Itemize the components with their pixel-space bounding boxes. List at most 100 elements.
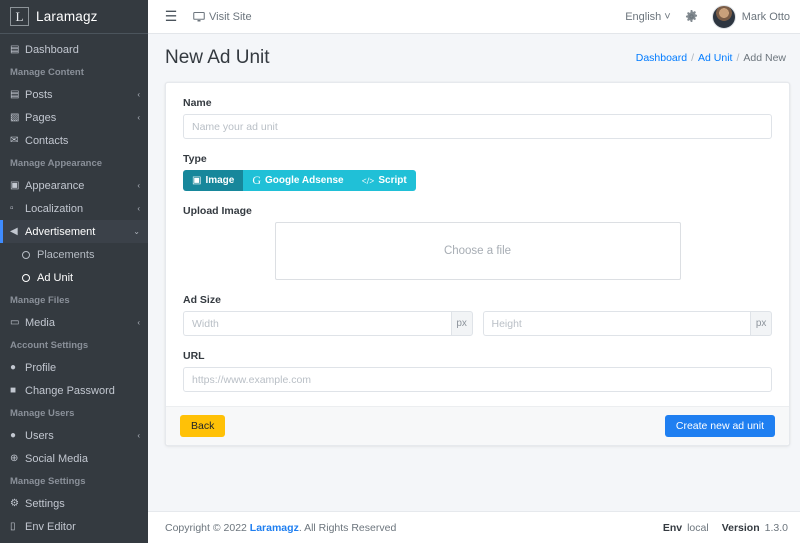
- sidebar-item-label: Contacts: [25, 134, 69, 147]
- brand-logo-link[interactable]: L Laramagz: [0, 0, 148, 34]
- breadcrumb-item-ad-unit[interactable]: Ad Unit: [698, 52, 732, 64]
- user-menu[interactable]: Mark Otto: [711, 4, 790, 29]
- sidebar-section-header: Manage Settings: [10, 476, 86, 487]
- height-input-group: px: [482, 311, 772, 336]
- type-button-group: ▣ Image G Google Adsense </> Script: [183, 170, 416, 191]
- hamburger-icon[interactable]: ☰: [157, 8, 185, 25]
- url-input[interactable]: [183, 367, 772, 392]
- dashboard-icon: ▤: [10, 44, 20, 55]
- width-input[interactable]: [183, 311, 451, 336]
- chevron-left-icon: ‹: [137, 113, 140, 122]
- height-unit-addon: px: [750, 311, 772, 336]
- page-header: New Ad Unit Dashboard / Ad Unit / Add New: [148, 34, 800, 82]
- type-option-script[interactable]: </> Script: [352, 170, 416, 191]
- version-label: Version: [721, 521, 760, 534]
- ad-unit-form-card: Name Type ▣ImageGGoogle Adsense</>Script…: [165, 82, 790, 446]
- circle-icon: [22, 273, 30, 282]
- sidebar-subitem-label: Placements: [37, 248, 95, 261]
- user-name: Mark Otto: [741, 10, 790, 23]
- sidebar-item-dashboard[interactable]: ▤ Dashboard: [0, 38, 148, 61]
- sidebar-item-posts[interactable]: ▤ Posts ‹: [0, 83, 148, 106]
- avatar: [711, 4, 736, 29]
- env-value: local: [687, 521, 709, 534]
- chevron-left-icon: ‹: [137, 431, 140, 440]
- sidebar-nav: ▤ Dashboard Manage Content ▤ Posts ‹ ▧ Pages ‹ ✉ C…: [0, 34, 148, 538]
- sidebar-item-advertisement[interactable]: ◀ Advertisement ⌄: [0, 220, 148, 243]
- type-option-image[interactable]: ▣ Image: [183, 170, 244, 191]
- sidebar: L Laramagz ▤ Dashboard Manage Content ▤ Post…: [0, 0, 148, 543]
- sidebar-item-media[interactable]: ▭ Media ‹: [0, 311, 148, 334]
- circle-icon: [22, 250, 30, 259]
- version-value: 1.3.0: [764, 521, 788, 534]
- footer-brand-link[interactable]: Laramagz: [250, 522, 299, 534]
- width-input-group: px: [183, 311, 473, 336]
- sidebar-item-env-editor[interactable]: ▯ Env Editor: [0, 515, 148, 538]
- type-option-label: Script: [378, 175, 407, 186]
- sidebar-item-label: Dashboard: [25, 43, 79, 56]
- sidebar-subitem-label: Ad Unit: [37, 271, 74, 284]
- image-icon: ▣: [192, 175, 202, 186]
- sidebar-item-settings[interactable]: ⚙ Settings: [0, 492, 148, 515]
- choose-file-label: Choose a file: [443, 245, 512, 257]
- type-option-google-adsense[interactable]: G Google Adsense: [243, 170, 353, 191]
- localization-icon: ▫: [10, 203, 14, 214]
- name-input[interactable]: [183, 114, 772, 139]
- gear-icon[interactable]: [685, 10, 698, 23]
- sidebar-item-label: Localization: [25, 202, 84, 215]
- top-navbar: ☰ Visit Site English ˅ Mark Otto: [148, 0, 800, 34]
- sidebar-item-label: Appearance: [25, 179, 85, 192]
- sidebar-section-header: Manage Files: [10, 295, 70, 306]
- chevron-left-icon: ‹: [137, 204, 140, 213]
- ad-size-label: Ad Size: [183, 294, 221, 306]
- posts-icon: ▤: [10, 89, 20, 100]
- brand-logo-letter: L: [15, 8, 24, 24]
- main-content: New Ad Unit Dashboard / Ad Unit / Add New Na…: [148, 34, 800, 543]
- chevron-left-icon: ‹: [137, 318, 140, 327]
- contacts-icon: ✉: [10, 135, 19, 146]
- ad-size-field-group: Ad Size px px: [183, 294, 772, 336]
- sidebar-item-label: Env Editor: [25, 520, 76, 533]
- sidebar-section-header: Manage Content: [10, 67, 84, 78]
- users-icon: ●: [10, 430, 17, 441]
- sidebar-subitem-ad-unit[interactable]: Ad Unit: [0, 266, 148, 289]
- advertisement-icon: ◀: [10, 226, 18, 237]
- sidebar-subitem-placements[interactable]: Placements: [0, 243, 148, 266]
- monitor-icon: [193, 11, 205, 23]
- breadcrumb-separator: /: [736, 52, 740, 64]
- form-footer: Back Create new ad unit: [166, 406, 789, 445]
- sidebar-item-pages[interactable]: ▧ Pages ‹: [0, 106, 148, 129]
- sidebar-item-label: Users: [25, 429, 54, 442]
- page-title: New Ad Unit: [165, 47, 270, 68]
- sidebar-section-header: Account Settings: [10, 340, 89, 351]
- back-button[interactable]: Back: [180, 415, 226, 437]
- breadcrumb-item-dashboard[interactable]: Dashboard: [636, 52, 687, 64]
- type-option-label: Image: [205, 175, 235, 186]
- code-icon: </>: [361, 175, 375, 186]
- visit-site-link[interactable]: Visit Site: [193, 11, 252, 23]
- url-label: URL: [183, 350, 205, 362]
- sidebar-item-users[interactable]: ● Users ‹: [0, 424, 148, 447]
- url-field-group: URL: [183, 350, 772, 392]
- chevron-down-icon: ˅: [664, 10, 671, 23]
- sidebar-item-change-password[interactable]: ■ Change Password: [0, 379, 148, 402]
- height-input[interactable]: [482, 311, 751, 336]
- choose-file-dropzone[interactable]: Choose a file: [274, 222, 681, 280]
- ad-size-row: px px: [183, 311, 772, 336]
- language-label: English: [625, 10, 662, 23]
- create-ad-unit-button[interactable]: Create new ad unit: [664, 415, 775, 437]
- language-dropdown[interactable]: English ˅: [625, 11, 671, 23]
- type-field-group: Type ▣ Image G Google Adsense </> Script: [183, 153, 772, 191]
- appearance-icon: ▣: [10, 180, 20, 191]
- visit-site-label: Visit Site: [209, 10, 252, 23]
- sidebar-item-appearance[interactable]: ▣ Appearance ‹: [0, 174, 148, 197]
- env-label: Env: [662, 521, 683, 534]
- file-icon: ▯: [10, 521, 16, 532]
- settings-gear-icon: ⚙: [10, 498, 19, 509]
- sidebar-item-profile[interactable]: ● Profile: [0, 356, 148, 379]
- sidebar-item-social-media[interactable]: ⊕ Social Media: [0, 447, 148, 470]
- sidebar-item-contacts[interactable]: ✉ Contacts: [0, 129, 148, 152]
- google-icon: G: [252, 173, 262, 187]
- sidebar-item-localization[interactable]: ▫ Localization ‹: [0, 197, 148, 220]
- type-option-label: Google Adsense: [265, 175, 344, 186]
- form-body: Name Type ▣ImageGGoogle Adsense</>Script…: [166, 83, 789, 406]
